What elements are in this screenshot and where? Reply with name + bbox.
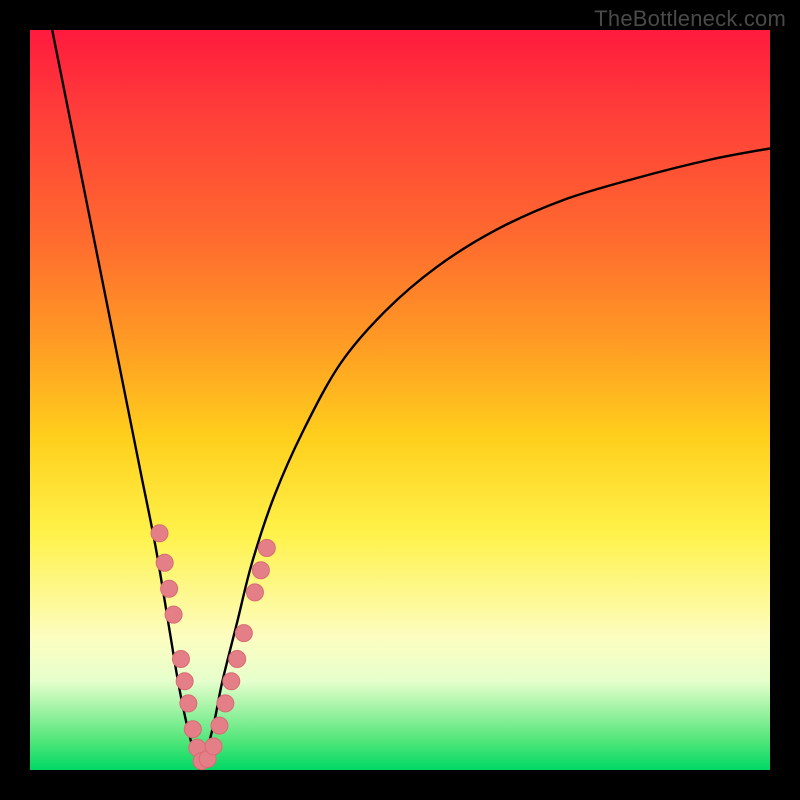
marker-point [184, 721, 201, 738]
watermark-text: TheBottleneck.com [594, 6, 786, 32]
plot-area [30, 30, 770, 770]
marker-point [223, 673, 240, 690]
marker-point [161, 580, 178, 597]
marker-point [258, 540, 275, 557]
chart-svg [30, 30, 770, 770]
marker-point [176, 673, 193, 690]
marker-point [229, 651, 246, 668]
marker-point [165, 606, 182, 623]
marker-point [217, 695, 234, 712]
marker-point [252, 562, 269, 579]
marker-point [205, 738, 222, 755]
marker-point [172, 651, 189, 668]
highlight-markers [151, 525, 275, 770]
marker-point [246, 584, 263, 601]
marker-point [151, 525, 168, 542]
marker-point [156, 554, 173, 571]
marker-point [180, 695, 197, 712]
marker-point [211, 717, 228, 734]
right-branch-curve [200, 148, 770, 770]
marker-point [235, 625, 252, 642]
chart-frame: TheBottleneck.com [0, 0, 800, 800]
